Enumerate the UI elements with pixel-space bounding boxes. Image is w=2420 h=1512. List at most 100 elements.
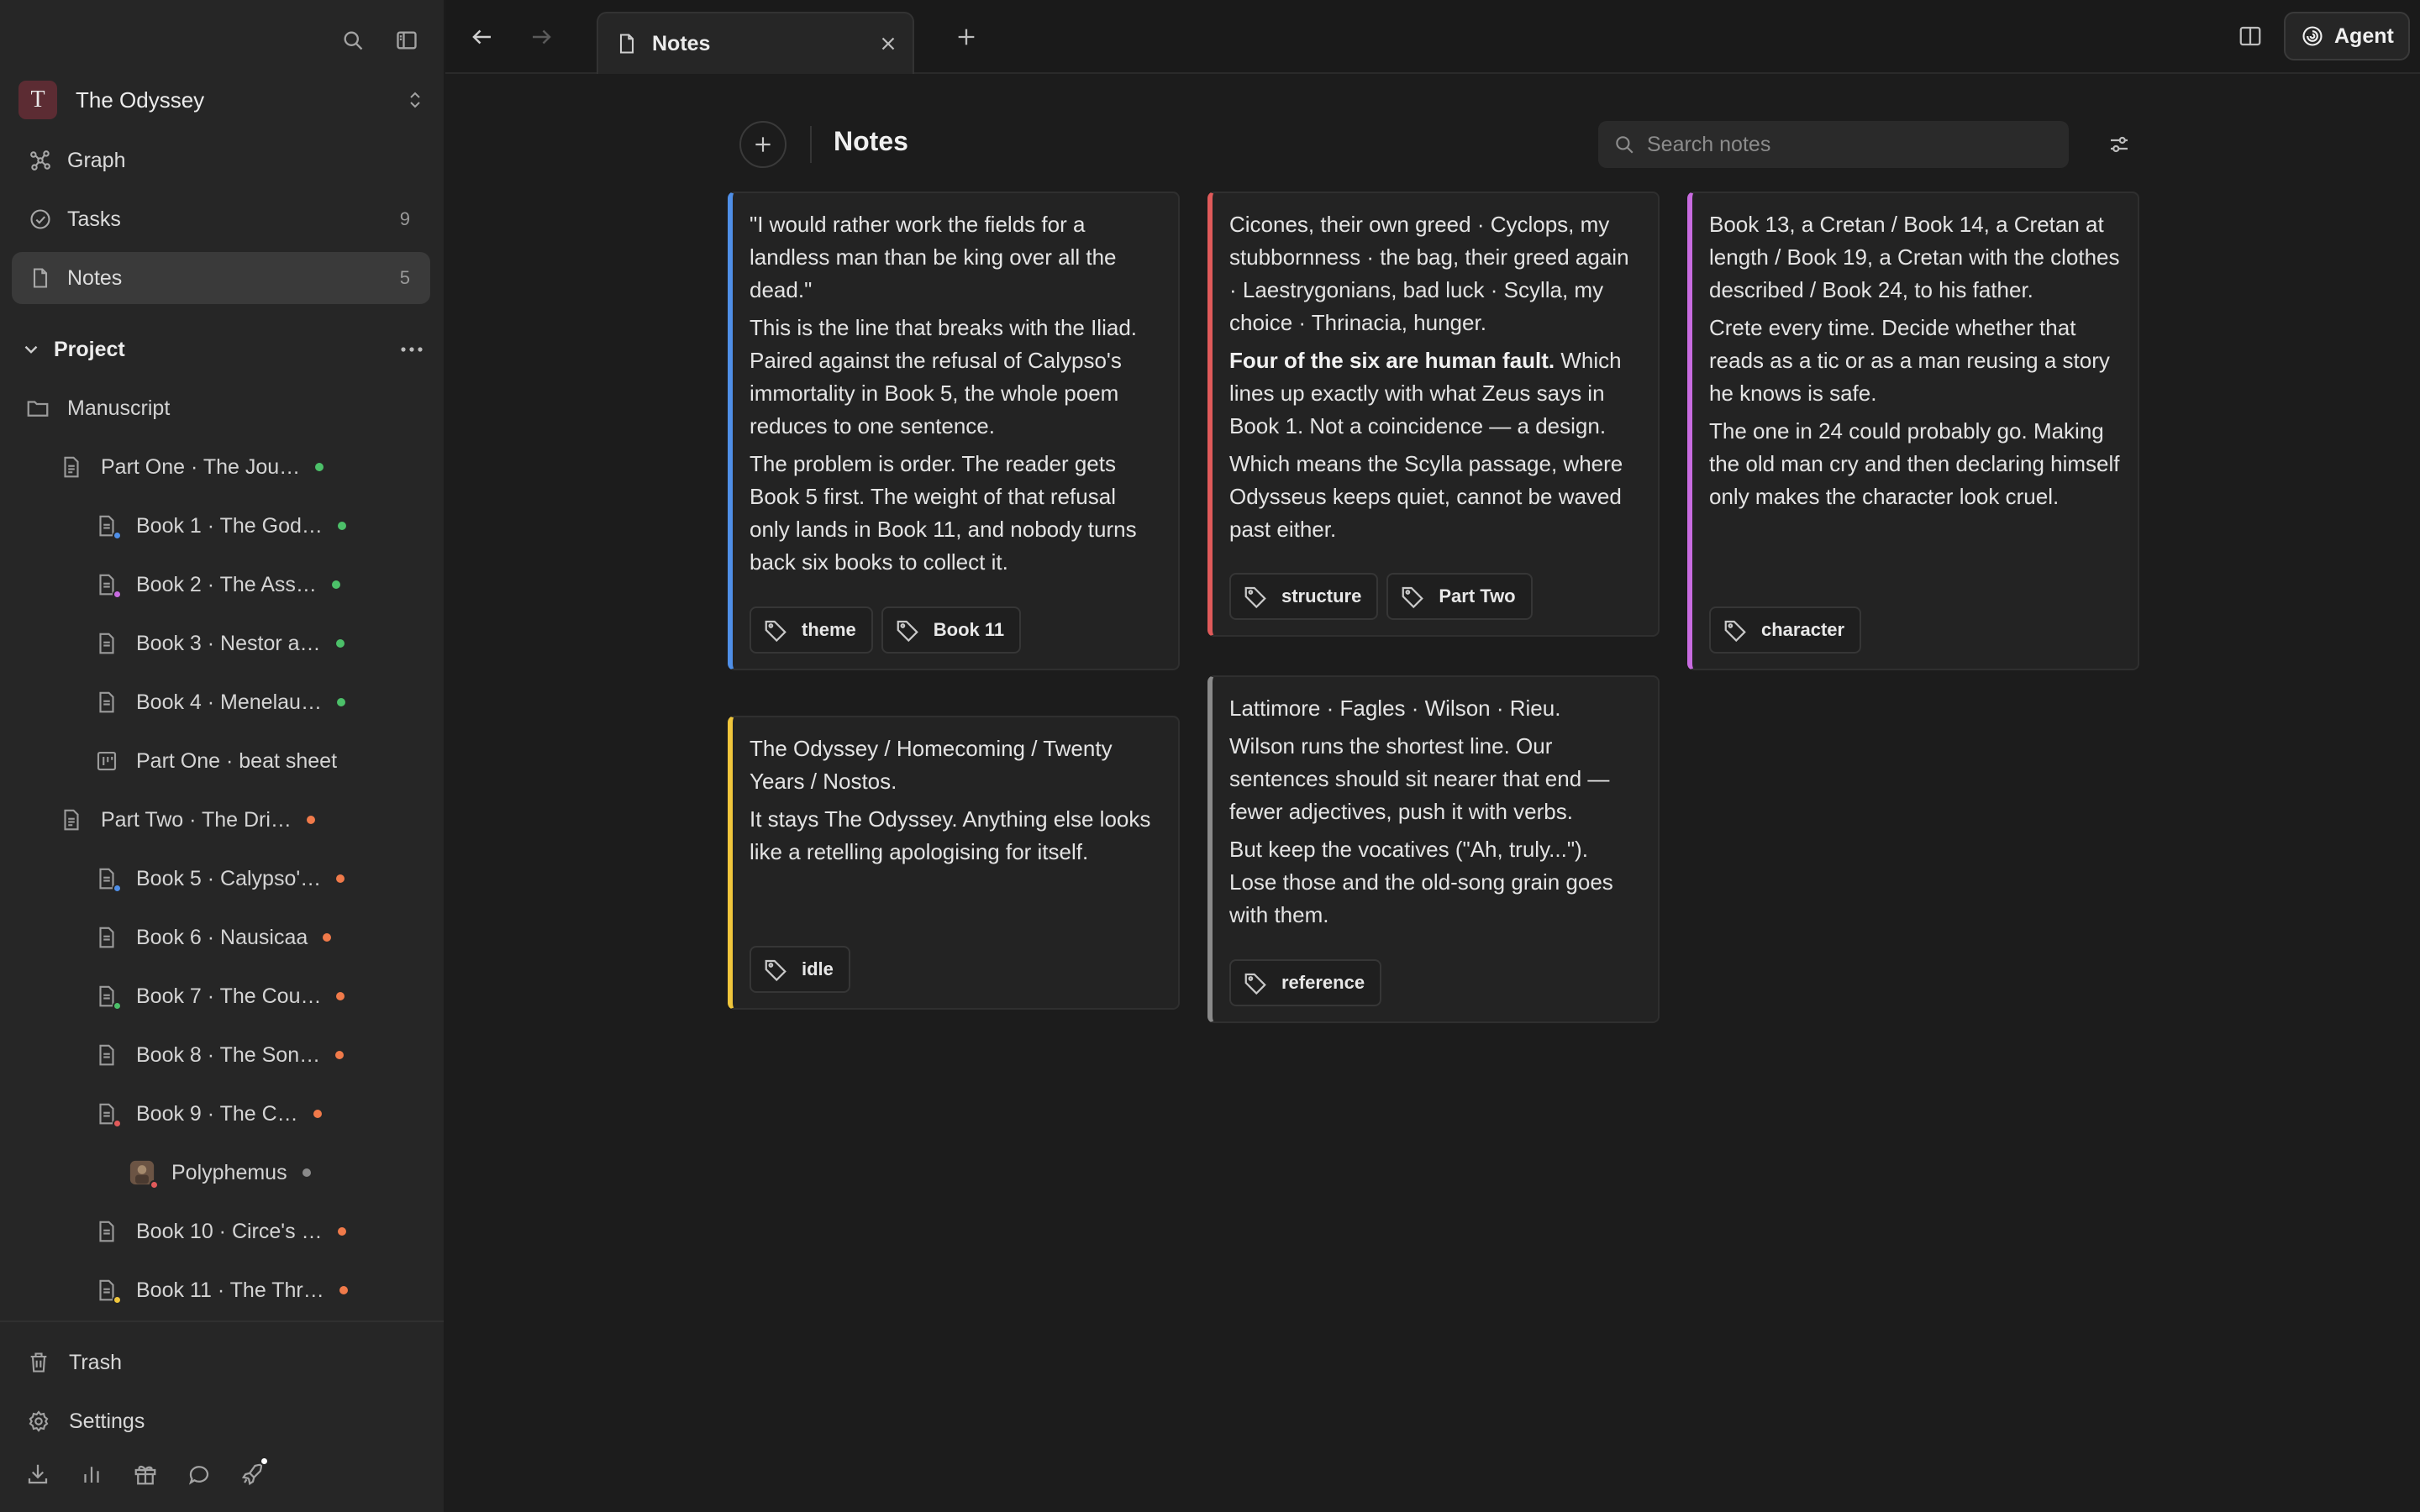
search-input[interactable]	[1647, 132, 2050, 157]
tree-item-book-10[interactable]: Book 10 · Circe's …	[94, 1206, 346, 1257]
tree-item-book-9[interactable]: Book 9 · The C…	[94, 1089, 322, 1139]
tab-notes[interactable]: Notes	[597, 12, 914, 74]
agent-button[interactable]: Agent	[2284, 12, 2410, 60]
sidebar-item-label: Notes	[67, 265, 123, 290]
note-icon	[615, 32, 639, 55]
tree-item-beat-sheet[interactable]: Part One · beat sheet	[94, 736, 337, 786]
note-paragraph: Wilson runs the shortest line. Our sente…	[1229, 733, 1610, 824]
bar-chart-icon[interactable]	[77, 1460, 106, 1488]
sidebar-item-trash[interactable]: Trash	[25, 1346, 122, 1379]
workspace-avatar: T	[18, 81, 57, 119]
tree-item-label: Book 6 · Nausicaa	[136, 925, 308, 949]
note-paragraph: Lattimore · Fagles · Wilson · Rieu.	[1229, 696, 1561, 721]
document-icon	[94, 984, 122, 1011]
tree-item-book-1[interactable]: Book 1 · The God…	[94, 501, 346, 551]
color-dot	[113, 1001, 122, 1011]
tag-icon	[763, 957, 788, 982]
tag-chip[interactable]: idle	[750, 946, 850, 993]
status-dot	[302, 1168, 311, 1177]
status-dot	[335, 639, 345, 648]
board-icon	[94, 748, 119, 774]
header-divider	[810, 126, 812, 163]
note-paragraph: Book 13, a Cretan / Book 14, a Cretan at…	[1709, 212, 2120, 302]
workspace-name: The Odyssey	[76, 87, 205, 113]
sidebar-toggle-icon[interactable]	[390, 24, 424, 57]
note-paragraph: The one in 24 could probably go. Making …	[1709, 418, 2120, 509]
tree-item-part-two[interactable]: Part Two · The Dri…	[59, 795, 315, 845]
document-icon	[94, 925, 119, 950]
tree-item-book-3[interactable]: Book 3 · Nestor a…	[94, 618, 345, 669]
tag-label: structure	[1281, 585, 1362, 606]
tree-item-book-5[interactable]: Book 5 · Calypso'…	[94, 853, 345, 904]
sidebar-item-settings[interactable]: Settings	[25, 1404, 145, 1438]
project-section-header[interactable]: Project	[20, 333, 424, 366]
tag-label: theme	[802, 619, 856, 640]
tree-item-label: Part Two · The Dri…	[101, 807, 292, 832]
document-icon	[59, 807, 84, 832]
document-icon	[94, 631, 119, 656]
tag-chip[interactable]: Book 11	[881, 606, 1022, 654]
more-options-icon[interactable]	[400, 346, 424, 353]
tree-item-book-11[interactable]: Book 11 · The Thr…	[94, 1265, 348, 1315]
sidebar-item-label: Graph	[67, 148, 126, 172]
sidebar-item-tasks[interactable]: Tasks 9	[12, 193, 430, 245]
status-dot	[337, 522, 346, 530]
gift-icon[interactable]	[131, 1460, 160, 1488]
add-note-button[interactable]	[739, 121, 786, 168]
tree-item-book-2[interactable]: Book 2 · The Ass…	[94, 559, 340, 610]
tree-item-book-4[interactable]: Book 4 · Menelau…	[94, 677, 345, 727]
notes-count: 5	[399, 267, 410, 288]
search-icon[interactable]	[336, 24, 370, 57]
tag-list: idle	[750, 946, 850, 993]
rocket-icon[interactable]	[239, 1457, 269, 1488]
tag-chip[interactable]: theme	[750, 606, 873, 654]
color-dot	[113, 531, 122, 540]
filter-settings-icon[interactable]	[2102, 128, 2136, 161]
new-tab-plus-icon[interactable]	[950, 20, 983, 54]
download-icon[interactable]	[24, 1460, 52, 1488]
top-bar: Notes Agent	[445, 0, 2420, 74]
document-icon	[94, 1042, 119, 1068]
note-card[interactable]: Cicones, their own greed · Cyclops, my s…	[1207, 192, 1660, 637]
tree-item-part-one[interactable]: Part One · The Jou…	[59, 442, 324, 492]
document-icon	[59, 454, 84, 480]
sidebar-item-notes[interactable]: Notes 5	[12, 252, 430, 304]
note-card[interactable]: The Odyssey / Homecoming / Twenty Years …	[728, 716, 1180, 1010]
notification-dot	[260, 1457, 269, 1466]
note-icon	[27, 265, 54, 291]
tag-list: character	[1709, 606, 1862, 654]
status-dot	[336, 874, 345, 883]
sidebar-item-graph[interactable]: Graph	[12, 134, 430, 186]
forward-arrow-icon[interactable]	[524, 20, 558, 54]
note-paragraph: But keep the vocatives ("Ah, truly...").…	[1229, 837, 1613, 927]
color-dot	[113, 1295, 122, 1305]
note-paragraph: Crete every time. Decide whether that re…	[1709, 315, 2110, 406]
tree-item-label: Book 8 · The Son…	[136, 1042, 321, 1067]
chevron-down-icon[interactable]	[20, 339, 42, 360]
note-card[interactable]: Lattimore · Fagles · Wilson · Rieu. Wils…	[1207, 675, 1660, 1023]
tree-item-book-6[interactable]: Book 6 · Nausicaa	[94, 912, 332, 963]
tag-chip[interactable]: Part Two	[1386, 573, 1533, 620]
note-card[interactable]: Book 13, a Cretan / Book 14, a Cretan at…	[1687, 192, 2139, 670]
tree-item-polyphemus[interactable]: Polyphemus	[129, 1147, 311, 1198]
tree-item-manuscript[interactable]: Manuscript	[25, 383, 170, 433]
status-dot	[339, 1286, 348, 1294]
tag-chip[interactable]: reference	[1229, 959, 1382, 1006]
close-icon[interactable]	[877, 33, 899, 55]
project-label: Project	[54, 337, 125, 361]
tree-item-label: Book 4 · Menelau…	[136, 690, 322, 714]
note-card[interactable]: "I would rather work the fields for a la…	[728, 192, 1180, 670]
search-notes-box[interactable]	[1598, 121, 2069, 168]
tab-label: Notes	[652, 31, 711, 55]
tree-item-book-7[interactable]: Book 7 · The Cou…	[94, 971, 345, 1021]
tree-item-book-8[interactable]: Book 8 · The Son…	[94, 1030, 345, 1080]
color-dot	[113, 1119, 122, 1128]
back-arrow-icon[interactable]	[466, 20, 499, 54]
tag-chip[interactable]: character	[1709, 606, 1862, 654]
note-paragraph: The problem is order. The reader gets Bo…	[750, 451, 1137, 575]
split-view-icon[interactable]	[2233, 18, 2267, 54]
tree-item-label: Part One · The Jou…	[101, 454, 301, 479]
chat-bubble-icon[interactable]	[185, 1460, 213, 1488]
tag-chip[interactable]: structure	[1229, 573, 1379, 620]
workspace-switcher[interactable]: T The Odyssey	[18, 81, 425, 119]
